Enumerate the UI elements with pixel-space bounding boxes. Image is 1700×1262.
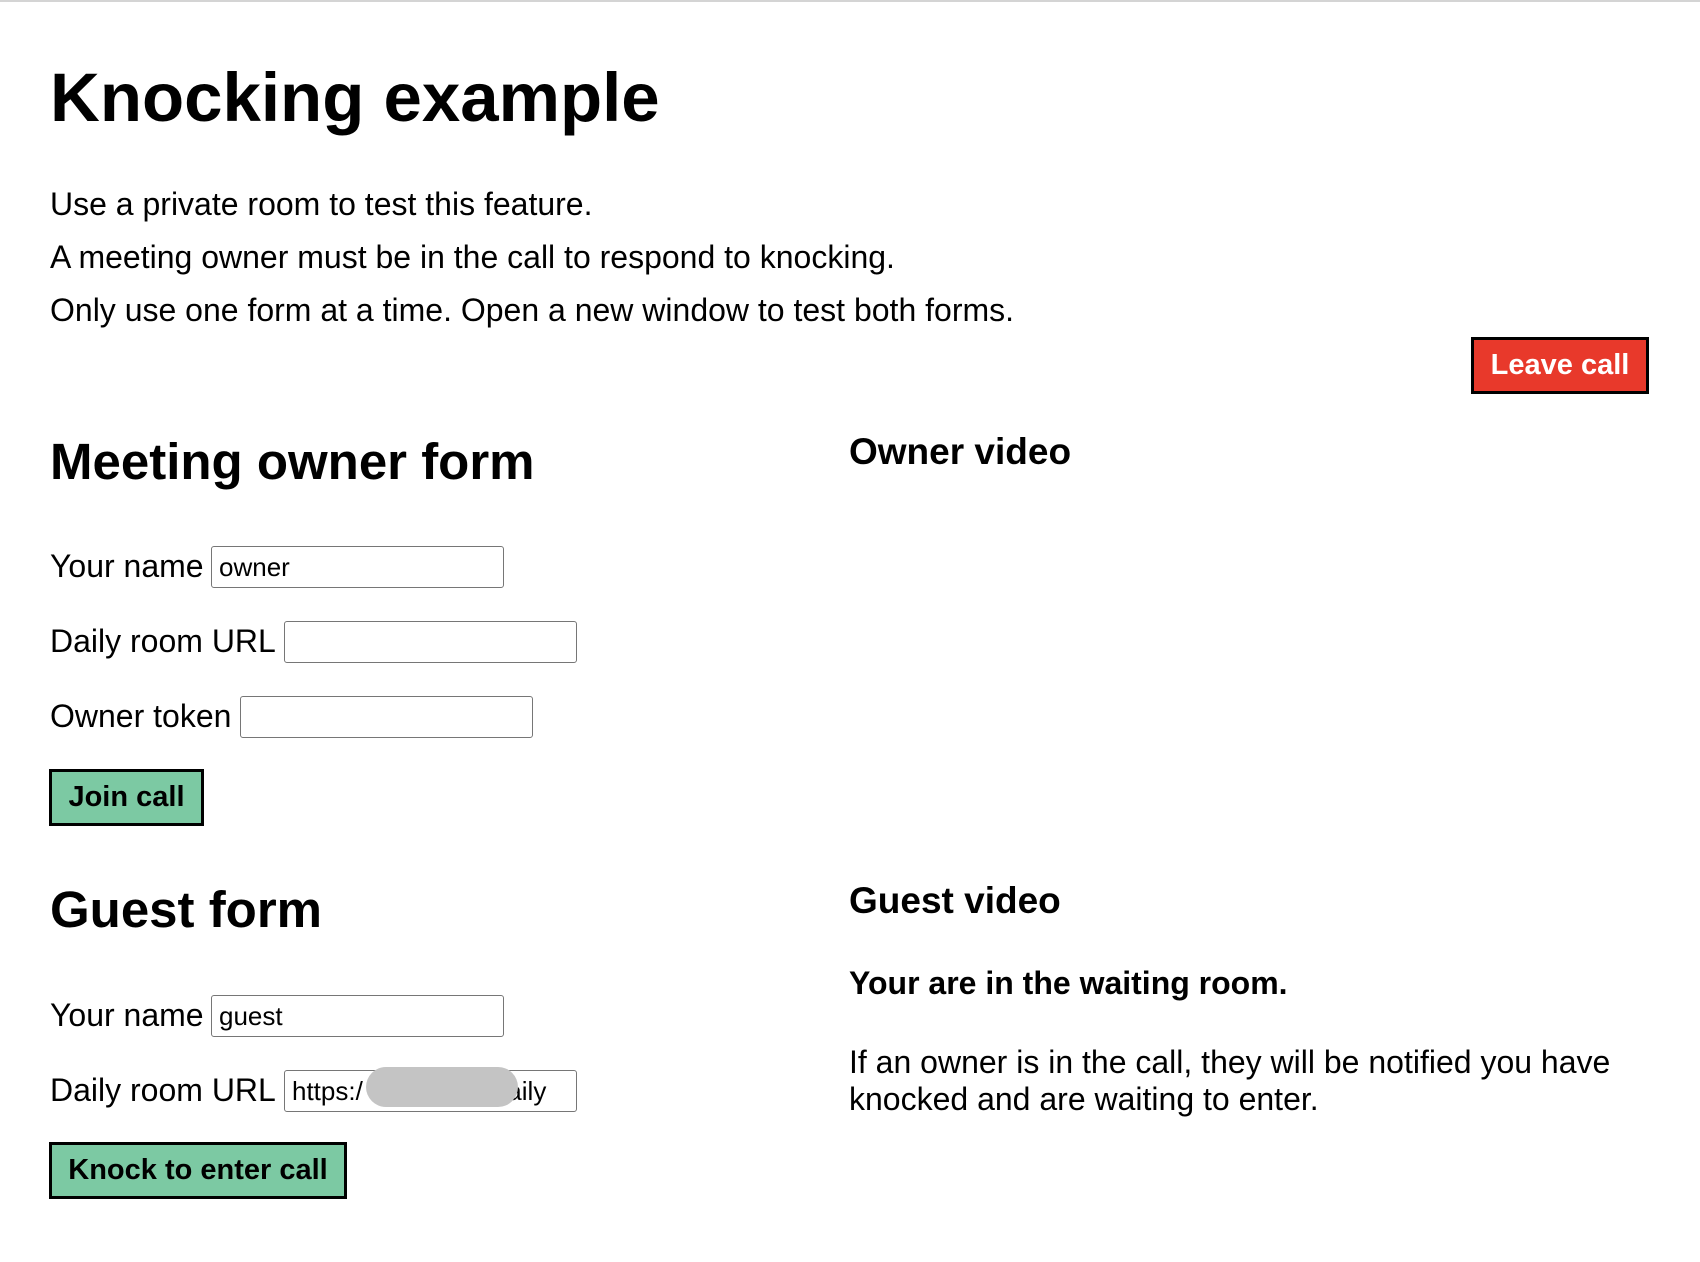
guest-form-heading: Guest form (50, 881, 323, 938)
owner-form-heading: Meeting owner form (50, 433, 535, 490)
owner-room-url-input[interactable] (284, 621, 577, 663)
leave-call-button[interactable]: Leave call (1471, 337, 1649, 394)
guest-name-input[interactable] (211, 995, 504, 1037)
owner-name-input[interactable] (211, 546, 504, 588)
intro-line-private-room: Use a private room to test this feature. (50, 186, 593, 222)
guest-room-url-label: Daily room URL (50, 1072, 276, 1108)
owner-token-label: Owner token (50, 698, 232, 734)
page-title: Knocking example (50, 59, 660, 136)
guest-name-label: Your name (50, 997, 204, 1033)
intro-line-owner-required: A meeting owner must be in the call to r… (50, 239, 895, 275)
owner-name-label: Your name (50, 548, 204, 584)
join-call-button[interactable]: Join call (49, 769, 204, 826)
waiting-room-status-title: Your are in the waiting room. (849, 965, 1288, 1001)
owner-video-heading: Owner video (849, 431, 1072, 472)
owner-token-input[interactable] (240, 696, 533, 738)
owner-room-url-label: Daily room URL (50, 623, 276, 659)
knock-to-enter-button[interactable]: Knock to enter call (49, 1142, 347, 1199)
waiting-room-status-text: If an owner is in the call, they will be… (849, 1044, 1611, 1117)
guest-video-heading: Guest video (849, 880, 1061, 921)
redacted-url-mask (366, 1067, 518, 1107)
intro-line-one-form: Only use one form at a time. Open a new … (50, 292, 1015, 328)
top-divider (0, 0, 1700, 2)
